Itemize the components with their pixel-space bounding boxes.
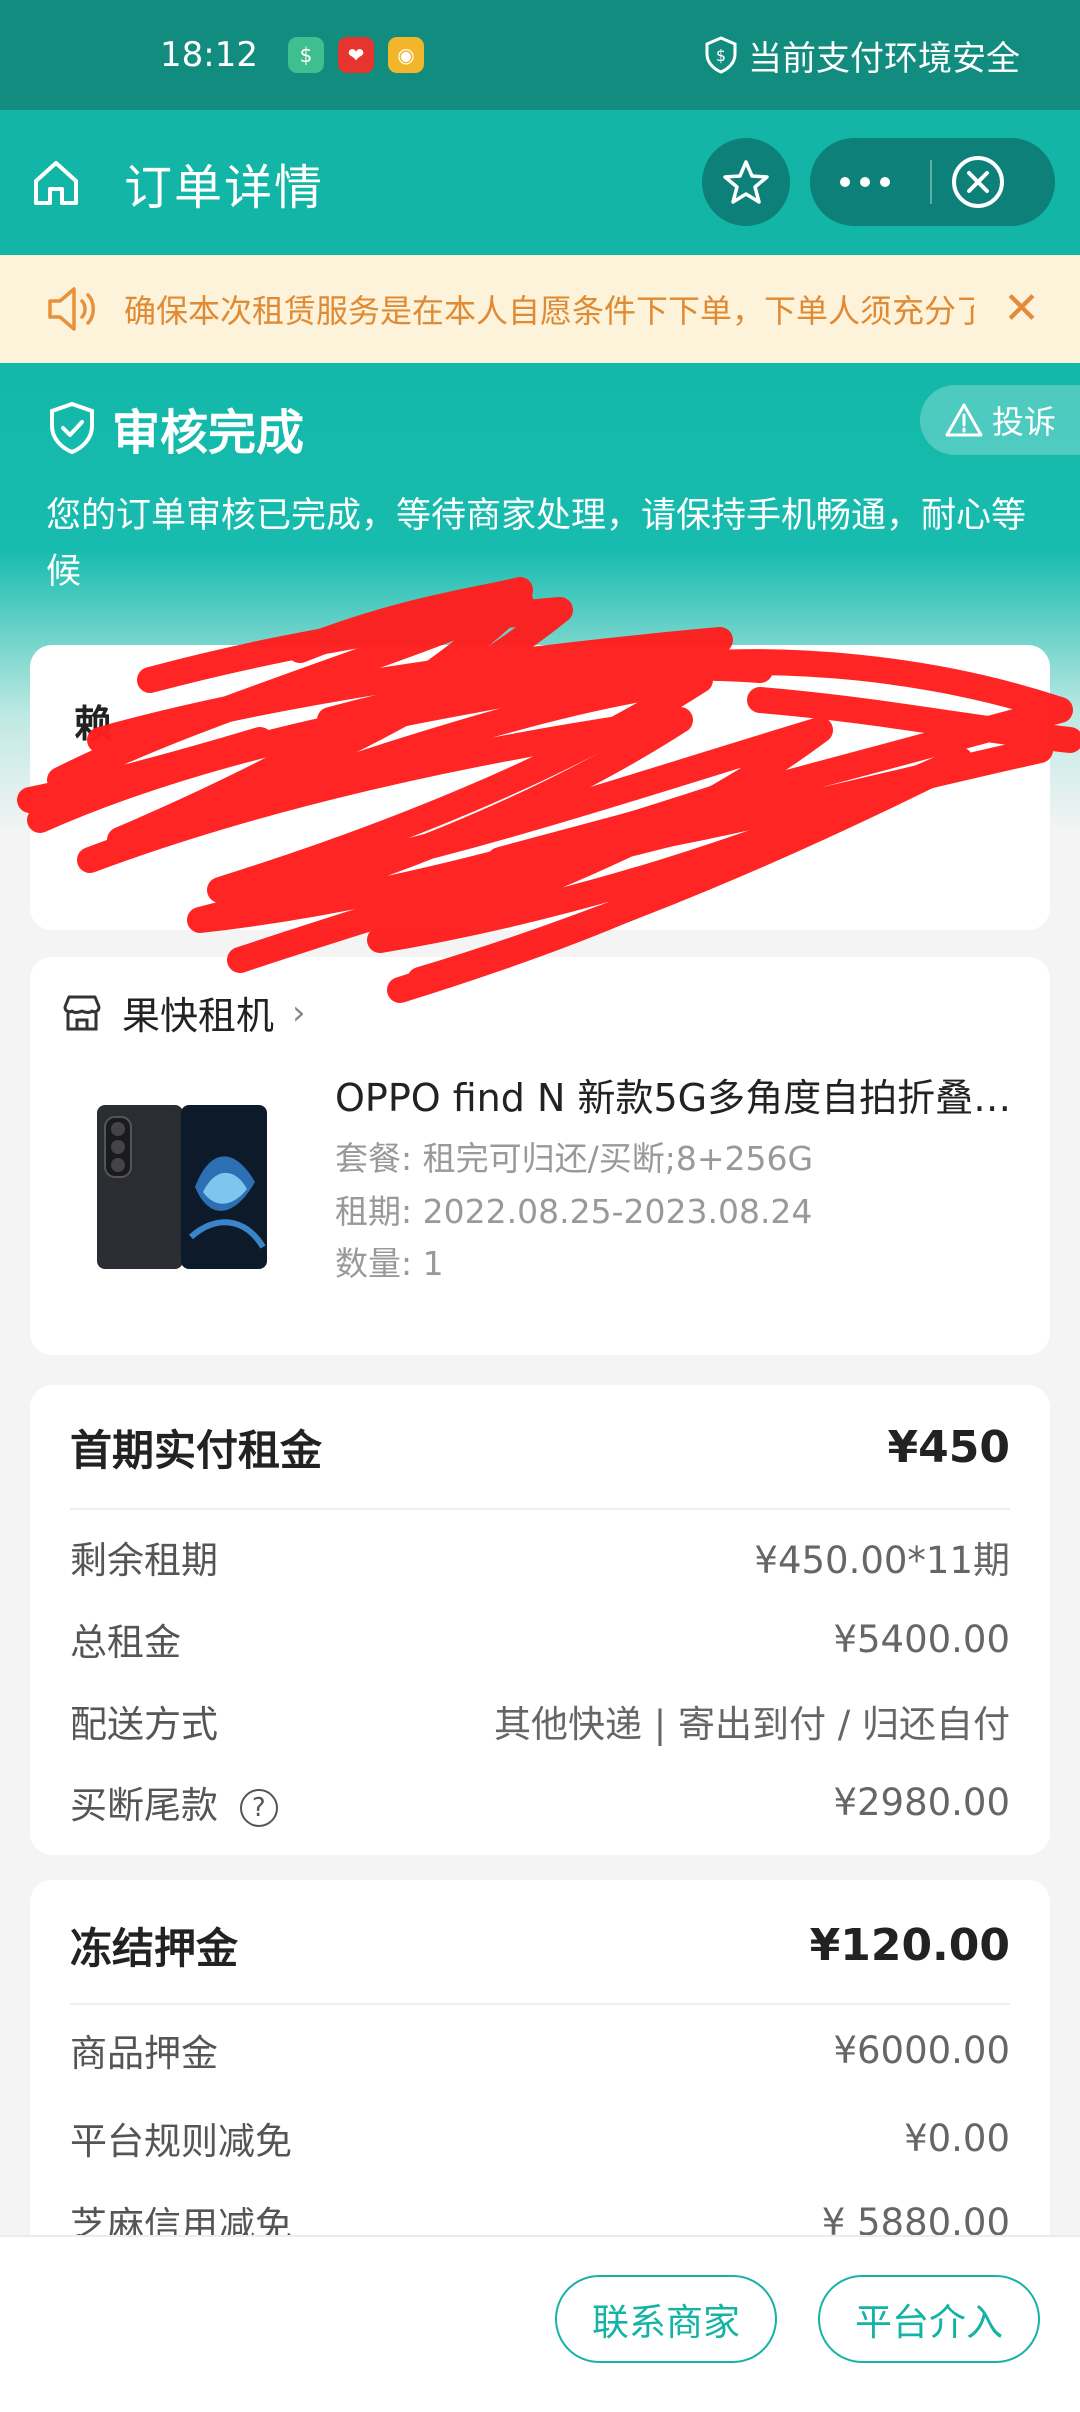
complain-label: 投诉 <box>991 403 1056 441</box>
row-label: 总租金 <box>70 1621 181 1664</box>
shop-link[interactable]: 果快租机 › <box>60 985 306 1040</box>
warning-icon <box>945 403 983 437</box>
contact-merchant-label: 联系商家 <box>592 2301 740 2344</box>
svg-text:$: $ <box>716 46 726 65</box>
row-value: ¥6000.00 <box>833 2028 1010 2072</box>
complain-button[interactable]: 投诉 <box>920 385 1080 455</box>
row-value: ¥5400.00 <box>833 1617 1010 1661</box>
rent-row-remaining: 剩余租期 ¥450.00*11期 <box>70 1530 1010 1584</box>
speaker-icon <box>48 287 95 331</box>
row-label: 商品押金 <box>70 2032 218 2075</box>
status-time: 18:12 <box>160 35 258 75</box>
rent-row-buyout: 买断尾款 ? ¥2980.00 <box>70 1775 1010 1829</box>
product-image[interactable] <box>85 1097 275 1272</box>
status-title: 审核完成 <box>112 405 305 461</box>
address-card: 赖 <box>30 645 1050 930</box>
status-description: 您的订单审核已完成，等待商家处理，请保持手机畅通，耐心等候 <box>46 496 1027 592</box>
quantity-value: 1 <box>422 1244 444 1283</box>
package-label: 套餐: <box>335 1139 413 1178</box>
payment-safety-indicator: $ 当前支付环境安全 <box>704 31 1020 80</box>
row-value: ¥450.00*11期 <box>754 1539 1010 1582</box>
row-label: 买断尾款 <box>70 1784 218 1827</box>
platform-intervene-label: 平台介入 <box>855 2301 1003 2344</box>
period-label: 租期: <box>335 1192 413 1231</box>
platform-intervene-button[interactable]: 平台介入 <box>818 2275 1040 2363</box>
weibo-icon: ◉ <box>387 37 424 73</box>
rent-row-total: 总租金 ¥5400.00 <box>70 1612 1010 1666</box>
home-icon[interactable] <box>28 155 84 211</box>
row-value: ¥2980.00 <box>833 1780 1010 1824</box>
capsule-divider <box>930 160 932 204</box>
favorite-button[interactable] <box>702 138 790 226</box>
notice-close-icon[interactable]: ✕ <box>1003 287 1040 331</box>
frozen-deposit-amount: ¥120.00 <box>809 1920 1010 1971</box>
rent-summary-card: 首期实付租金 ¥450 剩余租期 ¥450.00*11期 总租金 ¥5400.0… <box>30 1385 1050 1855</box>
divider <box>70 1508 1010 1510</box>
store-icon <box>63 995 101 1030</box>
first-rent-label: 首期实付租金 <box>70 1426 323 1475</box>
rent-row-delivery: 配送方式 其他快递 | 寄出到付 / 归还自付 <box>70 1694 1010 1748</box>
deposit-header: 冻结押金 ¥120.00 <box>70 1915 1010 1976</box>
deposit-row-goods: 商品押金 ¥6000.00 <box>70 2023 1010 2077</box>
row-label: 平台规则减免 <box>70 2120 292 2163</box>
notification-icons: $ ❤ ◉ <box>287 37 424 73</box>
row-value: 其他快递 | 寄出到付 / 归还自付 <box>494 1703 1010 1746</box>
page-title: 订单详情 <box>124 159 325 216</box>
contact-merchant-button[interactable]: 联系商家 <box>555 2275 777 2363</box>
bottom-action-bar: 联系商家 平台介入 <box>0 2235 1080 2412</box>
notice-banner: 确保本次租赁服务是在本人自愿条件下下单，下单人须充分了解 ✕ <box>0 255 1080 363</box>
star-icon <box>723 160 769 204</box>
quantity-line: 数量: 1 <box>335 1237 444 1285</box>
help-icon[interactable]: ? <box>239 1788 278 1827</box>
safety-text: 当前支付环境安全 <box>748 38 1020 79</box>
mini-app-capsule <box>810 138 1055 226</box>
status-bar: 18:12 $ ❤ ◉ $ 当前支付环境安全 <box>0 0 1080 110</box>
shield-check-icon: $ <box>705 36 737 74</box>
period-line: 租期: 2022.08.25-2023.08.24 <box>335 1185 812 1233</box>
shield-check-icon <box>50 401 94 455</box>
package-value: 租完可归还/买断;8+256G <box>422 1139 814 1178</box>
heart-app-icon: ❤ <box>337 37 374 73</box>
recipient-name: 赖 <box>74 702 113 746</box>
notice-text: 确保本次租赁服务是在本人自愿条件下下单，下单人须充分了解 <box>124 292 974 330</box>
row-label: 配送方式 <box>70 1703 218 1746</box>
first-rent-amount: ¥450 <box>887 1422 1010 1473</box>
rent-header: 首期实付租金 ¥450 <box>70 1417 1010 1478</box>
more-icon[interactable] <box>810 177 920 187</box>
top-nav-bar: 订单详情 <box>0 110 1080 255</box>
package-line: 套餐: 租完可归还/买断;8+256G <box>335 1132 813 1180</box>
chevron-right-icon: › <box>292 992 306 1033</box>
shield-app-icon: $ <box>287 37 324 73</box>
shop-name: 果快租机 <box>122 994 275 1038</box>
row-label: 剩余租期 <box>70 1539 218 1582</box>
product-card: 果快租机 › OPPO find N 新款5G多角度自拍折叠屏手机 套餐: 租完… <box>30 957 1050 1355</box>
deposit-row-platform: 平台规则减免 ¥0.00 <box>70 2111 1010 2165</box>
period-value: 2022.08.25-2023.08.24 <box>422 1192 813 1231</box>
product-title[interactable]: OPPO find N 新款5G多角度自拍折叠屏手机 <box>335 1067 1035 1122</box>
status-title-row: 审核完成 <box>46 393 304 463</box>
quantity-label: 数量: <box>335 1244 413 1283</box>
row-value: ¥0.00 <box>904 2116 1010 2160</box>
divider <box>70 2003 1010 2005</box>
close-circle-icon[interactable] <box>950 154 1006 210</box>
frozen-deposit-label: 冻结押金 <box>70 1924 239 1973</box>
